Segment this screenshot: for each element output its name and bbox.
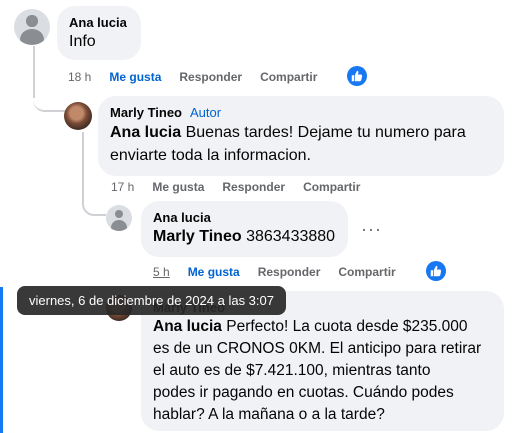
comment-text: Marly Tineo 3863433880 (153, 228, 336, 245)
comment-actions-3: 5 h Me gusta Responder Compartir (153, 263, 414, 281)
comment-text: Info (69, 33, 96, 50)
share-button[interactable]: Compartir (303, 180, 360, 194)
comment-author[interactable]: Ana lucia (153, 209, 336, 226)
author-badge: Autor (190, 105, 222, 120)
thread-connector-2 (82, 194, 106, 216)
mention-link[interactable]: Ana lucia (153, 318, 222, 335)
share-button[interactable]: Compartir (260, 70, 317, 84)
comment-author[interactable]: Ana lucia (69, 14, 129, 31)
avatar-ana-lucia[interactable] (106, 205, 132, 231)
comment-bubble-1: Ana lucia Info (57, 6, 141, 60)
thumbs-up-reaction-icon[interactable] (347, 66, 367, 86)
comment-time[interactable]: 18 h (68, 70, 91, 84)
timestamp-tooltip: viernes, 6 de diciembre de 2024 a las 3:… (17, 286, 286, 315)
reply-button[interactable]: Responder (179, 70, 242, 84)
like-button[interactable]: Me gusta (152, 180, 204, 194)
mention-link[interactable]: Marly Tineo (153, 228, 242, 245)
like-button[interactable]: Me gusta (109, 70, 161, 84)
more-options-icon[interactable]: ··· (361, 220, 382, 238)
reply-button[interactable]: Responder (258, 265, 321, 279)
comment-time[interactable]: 5 h (153, 265, 170, 279)
comment-bubble-3: Ana lucia Marly Tineo 3863433880 (141, 201, 348, 257)
thread-line-selected (0, 287, 3, 433)
avatar-ana-lucia[interactable] (14, 9, 50, 45)
comment-time[interactable]: 17 h (111, 180, 134, 194)
comment-author[interactable]: Marly Tineo (110, 105, 182, 120)
share-button[interactable]: Compartir (338, 265, 395, 279)
reply-button[interactable]: Responder (222, 180, 285, 194)
mention-link[interactable]: Ana lucia (110, 124, 181, 141)
like-button[interactable]: Me gusta (188, 265, 240, 279)
thumbs-up-reaction-icon[interactable] (426, 261, 446, 281)
avatar-marly-tineo[interactable] (64, 102, 92, 130)
comment-text: Ana lucia Buenas tardes! Dejame tu numer… (110, 124, 466, 164)
comment-bubble-2: Marly Tineo Autor Ana lucia Buenas tardes… (98, 96, 504, 176)
comment-actions-1: 18 h Me gusta Responder Compartir (68, 68, 335, 86)
comment-actions-2: 17 h Me gusta Responder Compartir (111, 178, 378, 196)
thread-connector-1 (33, 76, 65, 112)
comment-text: Ana lucia Perfecto! La cuota desde $235.… (153, 318, 482, 423)
